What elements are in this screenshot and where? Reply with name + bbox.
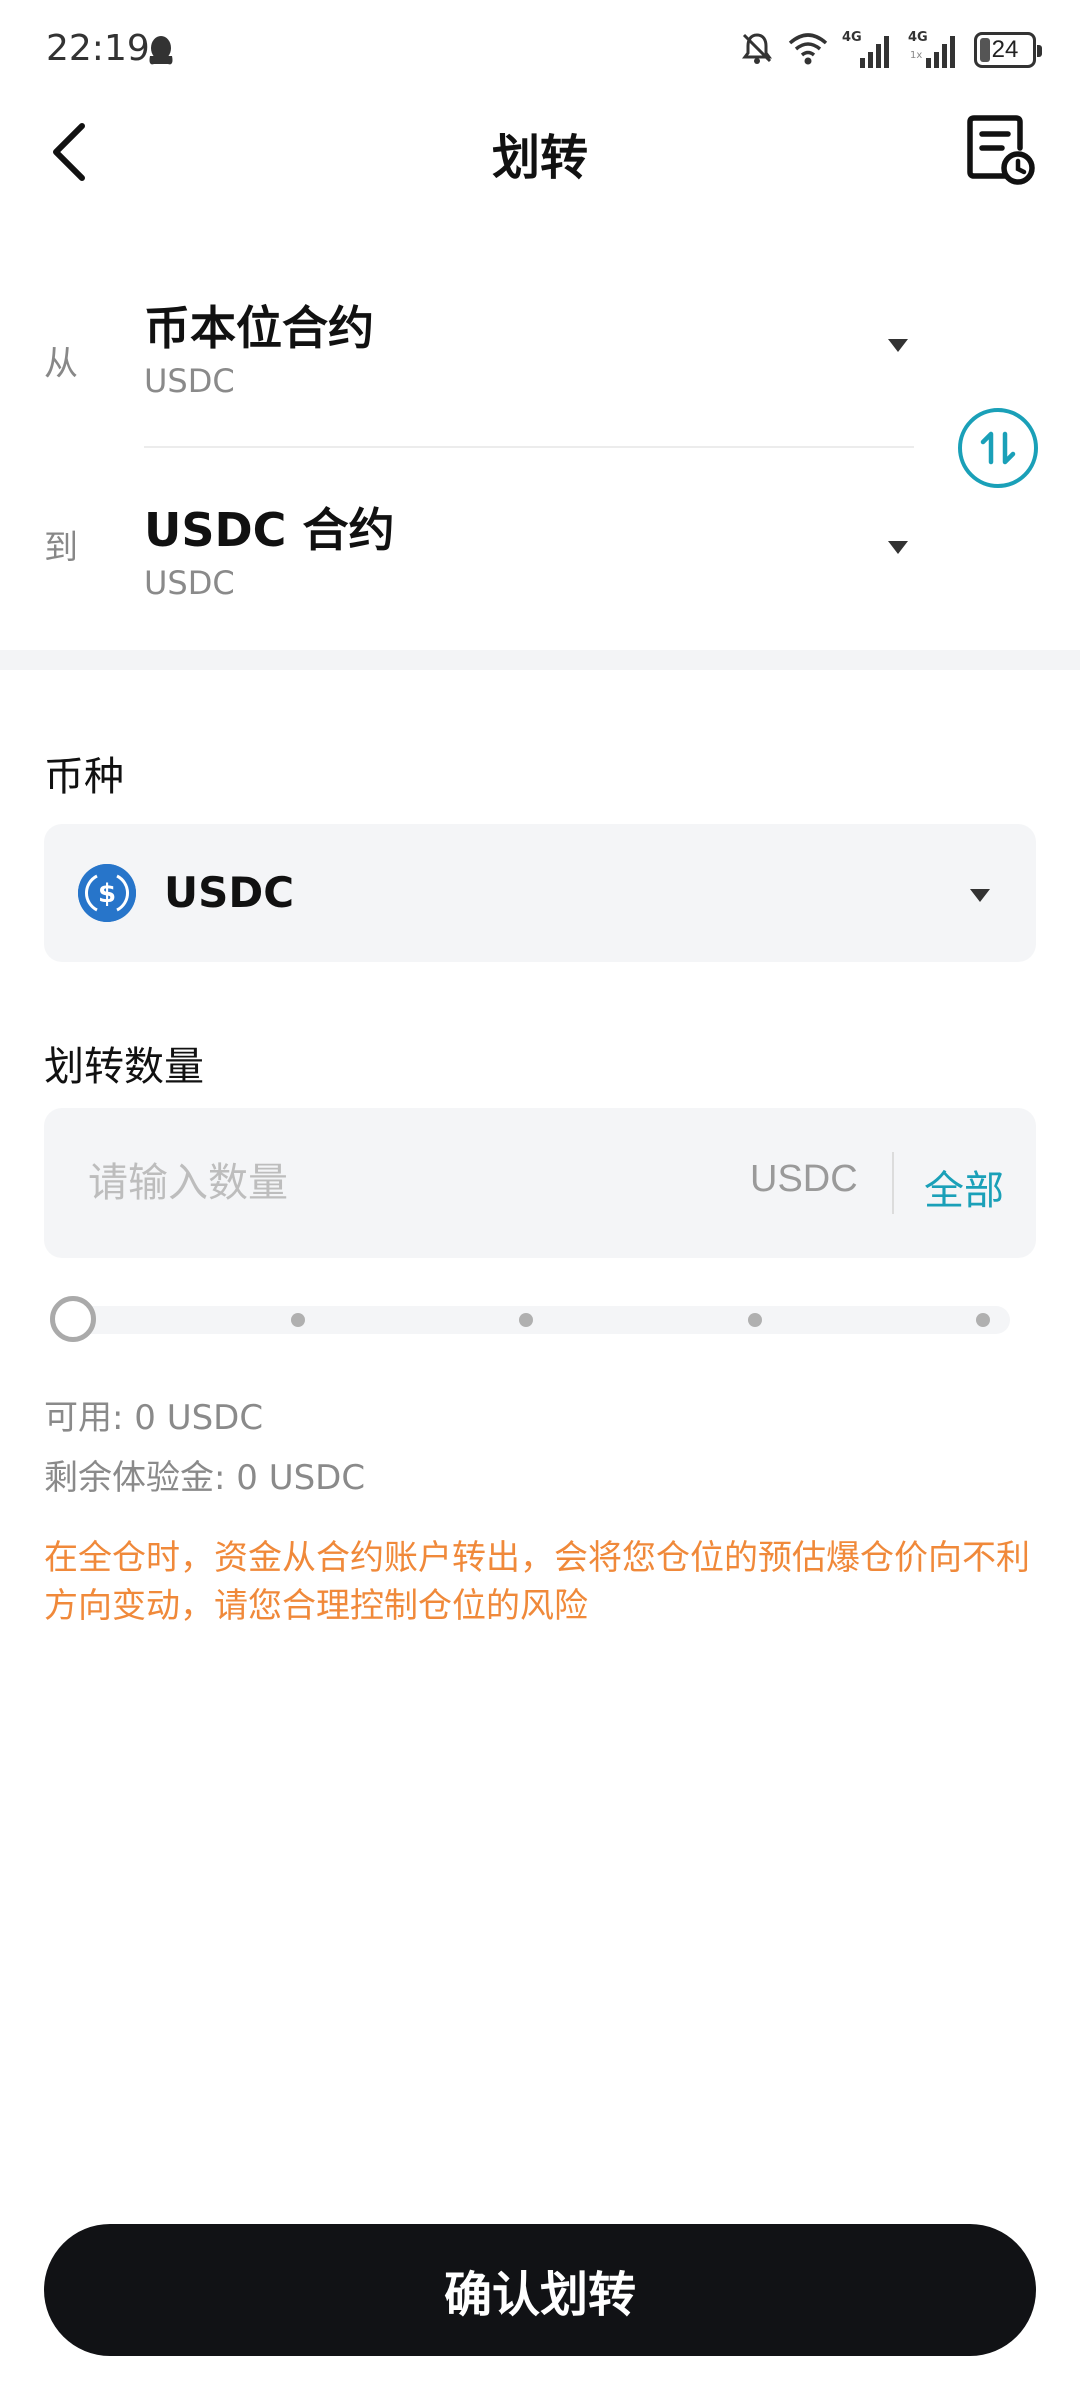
cellular-signal-icon: 4G <box>842 30 894 70</box>
slider-stop-dot[interactable] <box>290 1313 305 1327</box>
battery-level <box>980 38 990 62</box>
currency-selector[interactable]: $ USDC <box>44 824 1036 962</box>
usdc-coin-icon: $ <box>78 864 136 922</box>
status-icons: 4G 4G 1x 24 <box>740 30 1042 70</box>
slider-stop-dot[interactable] <box>747 1313 762 1327</box>
amount-input[interactable] <box>88 1148 728 1218</box>
history-record-icon <box>967 115 1035 185</box>
amount-unit: USDC <box>750 1158 858 1200</box>
cellular-signal-2-icon: 4G 1x <box>908 30 960 70</box>
to-account-name: USDC 合约 <box>144 503 395 557</box>
currency-label: 币种 <box>44 754 124 800</box>
transfer-history-button[interactable] <box>964 112 1036 188</box>
caret-down-icon <box>886 336 910 358</box>
swap-arrows-icon <box>980 431 1016 465</box>
svg-text:$: $ <box>98 879 116 909</box>
amount-percent-slider[interactable] <box>50 1296 1010 1344</box>
max-amount-button[interactable]: 全部 <box>924 1158 1004 1216</box>
caret-down-icon <box>968 886 992 908</box>
battery-icon: 24 <box>974 32 1042 68</box>
divider <box>892 1152 894 1214</box>
slider-handle[interactable] <box>50 1296 96 1342</box>
available-balance: 可用: 0 USDC <box>44 1398 264 1438</box>
to-account-currency: USDC <box>144 564 235 602</box>
to-label: 到 <box>44 528 78 568</box>
nav-header: 划转 <box>0 104 1080 200</box>
slider-stop-dot[interactable] <box>976 1313 990 1327</box>
transfer-page: 22:19 4G 4G 1x 24 划转 从 币本位合约 USDC 到 USDC… <box>0 0 1080 2400</box>
qq-notification-icon <box>146 34 176 74</box>
from-label: 从 <box>44 344 78 384</box>
wifi-icon <box>788 31 828 69</box>
transfer-direction-card: 从 币本位合约 USDC 到 USDC 合约 USDC <box>0 250 1080 650</box>
trial-fund-balance: 剩余体验金: 0 USDC <box>44 1458 366 1498</box>
from-account-name: 币本位合约 <box>144 301 374 355</box>
divider <box>144 446 914 448</box>
swap-direction-button[interactable] <box>958 408 1038 488</box>
slider-stop-dot[interactable] <box>519 1313 533 1327</box>
section-separator <box>0 650 1080 670</box>
risk-warning: 在全仓时，资金从合约账户转出，会将您仓位的预估爆仓价向不利方向变动，请您合理控制… <box>44 1538 1030 1626</box>
amount-field: USDC 全部 <box>44 1108 1036 1258</box>
status-time: 22:19 <box>46 28 150 69</box>
amount-label: 划转数量 <box>44 1044 204 1090</box>
status-bar: 22:19 4G 4G 1x 24 <box>0 0 1080 104</box>
caret-down-icon <box>886 538 910 560</box>
confirm-transfer-button[interactable]: 确认划转 <box>44 2224 1036 2356</box>
mute-icon <box>740 31 774 69</box>
page-title: 划转 <box>491 130 588 186</box>
from-account-currency: USDC <box>144 362 235 400</box>
selected-currency: USDC <box>164 868 295 917</box>
battery-percent: 24 <box>991 36 1019 63</box>
